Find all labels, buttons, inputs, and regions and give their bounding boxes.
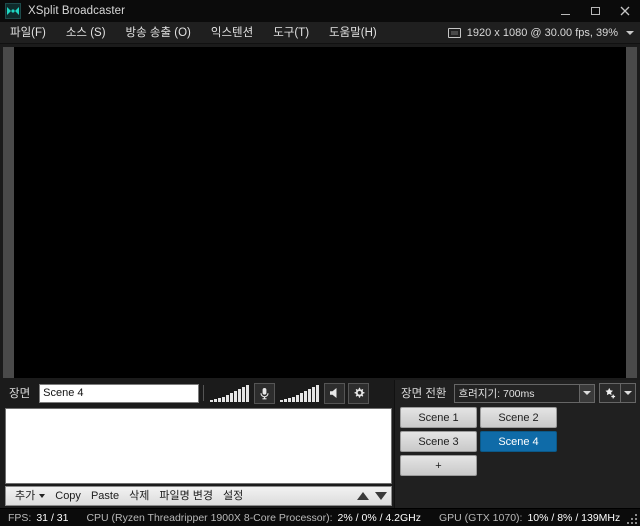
- gpu-status: GPU (GTX 1070): 10% / 8% / 139MHz: [439, 512, 620, 524]
- status-bar: FPS: 31 / 31 CPU (Ryzen Threadripper 190…: [0, 508, 640, 526]
- resolution-selector[interactable]: 1920 x 1080 @ 30.00 fps, 39%: [447, 22, 634, 44]
- fps-value: 31 / 31: [36, 511, 69, 524]
- chevron-down-icon[interactable]: [626, 31, 634, 35]
- left-panel-strip[interactable]: [3, 47, 14, 378]
- triangle-up-icon[interactable]: [357, 492, 369, 500]
- window-title: XSplit Broadcaster: [28, 5, 126, 17]
- transition-label: 장면 전환: [401, 388, 447, 400]
- scene-button-3[interactable]: Scene 3: [400, 431, 477, 452]
- close-button[interactable]: [610, 0, 640, 22]
- microphone-button[interactable]: [254, 382, 276, 404]
- right-panel-strip[interactable]: [626, 47, 637, 378]
- chevron-down-icon[interactable]: [39, 494, 46, 498]
- monitor-icon: [447, 28, 461, 38]
- scene-button-2[interactable]: Scene 2: [480, 407, 557, 428]
- audio-settings-button[interactable]: [348, 382, 370, 404]
- scene-name-row: 장면: [3, 380, 394, 406]
- add-source-label: 추가: [15, 489, 36, 502]
- window-controls: [550, 0, 640, 22]
- xsplit-bowtie-icon: [5, 3, 21, 19]
- delete-button[interactable]: 삭제: [124, 488, 154, 505]
- cpu-label: CPU (Ryzen Threadripper 1900X 8-Core Pro…: [86, 511, 333, 524]
- add-source-button[interactable]: 추가: [10, 488, 50, 505]
- resolution-label: 1920 x 1080 @ 30.00 fps, 39%: [466, 27, 618, 39]
- mic-level-meter: [210, 384, 250, 402]
- title-bar: XSplit Broadcaster: [0, 0, 640, 22]
- settings-button[interactable]: 설정: [218, 488, 248, 505]
- reorder-controls: [357, 487, 387, 505]
- menu-file[interactable]: 파일(F): [0, 22, 56, 44]
- speaker-button[interactable]: [324, 382, 346, 404]
- scene-buttons-grid: Scene 1 Scene 2 Scene 3 Scene 4 +: [395, 406, 640, 476]
- meter-divider: [203, 385, 205, 401]
- lower-section: 장면 Scene 4 추가 Copy Paste 삭제 파일명 변경 설정 장면…: [0, 380, 640, 508]
- gear-icon: [354, 387, 365, 398]
- cpu-value: 2% / 0% / 4.2GHz: [337, 511, 421, 524]
- scene-name-input[interactable]: [39, 383, 200, 403]
- menu-help[interactable]: 도움말(H): [319, 22, 387, 44]
- speaker-icon: [329, 388, 337, 398]
- scenes-panel-filler: [395, 476, 640, 508]
- minimize-button[interactable]: [550, 0, 580, 22]
- transition-value: 흐려지기: 700ms: [458, 387, 535, 400]
- source-list-area: [3, 406, 394, 484]
- menu-bar: 파일(F) 소스 (S) 방송 송출 (O) 익스텐션 도구(T) 도움말(H)…: [0, 22, 640, 44]
- scenes-panel: 장면 전환 흐려지기: 700ms Scene 1 Scene 2 Scene …: [394, 380, 640, 508]
- source-list[interactable]: [5, 408, 392, 484]
- resize-grip-icon[interactable]: [625, 512, 637, 524]
- preview-stage[interactable]: [14, 47, 626, 378]
- preview-area: [0, 44, 640, 380]
- cpu-status: CPU (Ryzen Threadripper 1900X 8-Core Pro…: [86, 512, 421, 524]
- fps-label: FPS:: [8, 511, 32, 524]
- transition-select[interactable]: 흐려지기: 700ms: [453, 383, 595, 403]
- chevron-down-icon: [624, 391, 632, 395]
- star-plus-icon: [605, 387, 615, 398]
- transition-row: 장면 전환 흐려지기: 700ms: [395, 380, 640, 406]
- menu-broadcast[interactable]: 방송 송출 (O): [116, 22, 201, 44]
- chevron-down-icon[interactable]: [579, 384, 594, 402]
- menu-tools[interactable]: 도구(T): [263, 22, 319, 44]
- source-toolbar: 추가 Copy Paste 삭제 파일명 변경 설정: [5, 486, 392, 506]
- scene-button-1[interactable]: Scene 1: [400, 407, 477, 428]
- xsplit-broadcaster-window: XSplit Broadcaster 파일(F) 소스 (S) 방송 송출 (O…: [0, 0, 640, 526]
- add-scene-button[interactable]: +: [400, 455, 477, 476]
- microphone-icon: [260, 387, 269, 399]
- copy-button[interactable]: Copy: [50, 488, 86, 505]
- preset-dropdown-button[interactable]: [621, 383, 636, 403]
- fps-status: FPS: 31 / 31: [8, 512, 68, 524]
- menu-source[interactable]: 소스 (S): [56, 22, 116, 44]
- gpu-label: GPU (GTX 1070):: [439, 511, 523, 524]
- rename-button[interactable]: 파일명 변경: [154, 488, 218, 505]
- triangle-down-icon[interactable]: [375, 492, 387, 500]
- gpu-value: 10% / 8% / 139MHz: [527, 511, 621, 524]
- speaker-level-meter: [280, 384, 320, 402]
- scene-and-sources-panel: 장면 Scene 4 추가 Copy Paste 삭제 파일명 변경 설정: [0, 380, 394, 508]
- scene-button-4[interactable]: Scene 4: [480, 431, 557, 452]
- maximize-button[interactable]: [580, 0, 610, 22]
- paste-button[interactable]: Paste: [86, 488, 124, 505]
- scene-label: 장면: [9, 388, 31, 400]
- menu-extension[interactable]: 익스텐션: [201, 22, 263, 44]
- add-scene-preset-button[interactable]: [599, 383, 621, 403]
